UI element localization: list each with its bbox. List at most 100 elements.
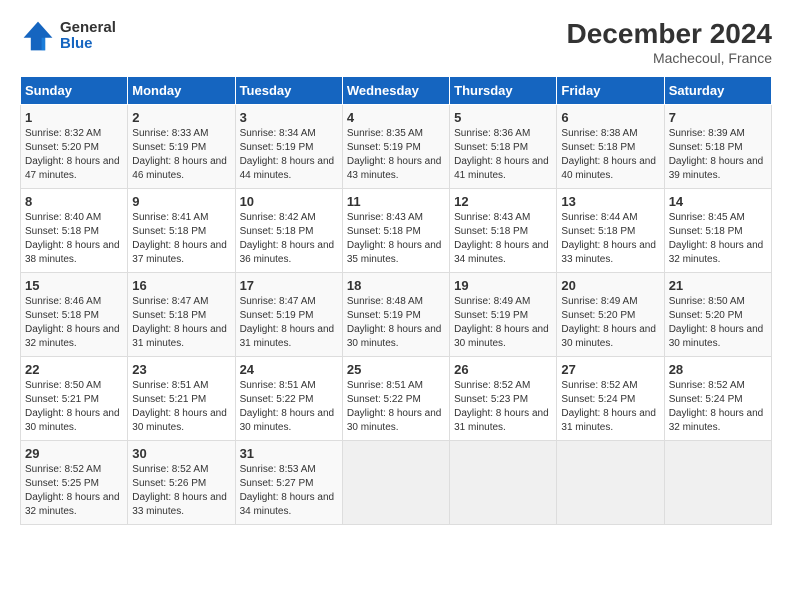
day-number: 3	[240, 110, 338, 125]
day-number: 28	[669, 362, 767, 377]
day-info: Sunrise: 8:50 AMSunset: 5:21 PMDaylight:…	[25, 379, 123, 435]
day-number: 16	[132, 278, 230, 293]
day-number: 18	[347, 278, 445, 293]
calendar-day-cell: 21 Sunrise: 8:50 AMSunset: 5:20 PMDaylig…	[664, 273, 771, 357]
day-info: Sunrise: 8:41 AMSunset: 5:18 PMDaylight:…	[132, 211, 230, 267]
calendar-day-cell: 3 Sunrise: 8:34 AMSunset: 5:19 PMDayligh…	[235, 105, 342, 189]
calendar-day-cell: 15 Sunrise: 8:46 AMSunset: 5:18 PMDaylig…	[21, 273, 128, 357]
calendar-day-cell: 19 Sunrise: 8:49 AMSunset: 5:19 PMDaylig…	[450, 273, 557, 357]
logo-blue-text: Blue	[60, 36, 116, 53]
day-info: Sunrise: 8:35 AMSunset: 5:19 PMDaylight:…	[347, 127, 445, 183]
calendar-day-cell: 9 Sunrise: 8:41 AMSunset: 5:18 PMDayligh…	[128, 189, 235, 273]
calendar-day-cell: 30 Sunrise: 8:52 AMSunset: 5:26 PMDaylig…	[128, 441, 235, 525]
day-number: 19	[454, 278, 552, 293]
logo-icon	[20, 18, 56, 54]
col-monday: Monday	[128, 77, 235, 105]
calendar-day-cell: 26 Sunrise: 8:52 AMSunset: 5:23 PMDaylig…	[450, 357, 557, 441]
day-number: 20	[561, 278, 659, 293]
calendar-day-cell: 13 Sunrise: 8:44 AMSunset: 5:18 PMDaylig…	[557, 189, 664, 273]
calendar-day-cell: 31 Sunrise: 8:53 AMSunset: 5:27 PMDaylig…	[235, 441, 342, 525]
calendar-day-cell: 27 Sunrise: 8:52 AMSunset: 5:24 PMDaylig…	[557, 357, 664, 441]
day-info: Sunrise: 8:51 AMSunset: 5:21 PMDaylight:…	[132, 379, 230, 435]
day-number: 26	[454, 362, 552, 377]
day-number: 29	[25, 446, 123, 461]
col-thursday: Thursday	[450, 77, 557, 105]
header-row: Sunday Monday Tuesday Wednesday Thursday…	[21, 77, 772, 105]
day-number: 6	[561, 110, 659, 125]
calendar-day-cell	[450, 441, 557, 525]
day-number: 21	[669, 278, 767, 293]
day-info: Sunrise: 8:47 AMSunset: 5:19 PMDaylight:…	[240, 295, 338, 351]
day-number: 2	[132, 110, 230, 125]
day-info: Sunrise: 8:43 AMSunset: 5:18 PMDaylight:…	[454, 211, 552, 267]
day-info: Sunrise: 8:51 AMSunset: 5:22 PMDaylight:…	[240, 379, 338, 435]
day-info: Sunrise: 8:49 AMSunset: 5:20 PMDaylight:…	[561, 295, 659, 351]
calendar-day-cell: 5 Sunrise: 8:36 AMSunset: 5:18 PMDayligh…	[450, 105, 557, 189]
day-info: Sunrise: 8:48 AMSunset: 5:19 PMDaylight:…	[347, 295, 445, 351]
calendar-day-cell: 24 Sunrise: 8:51 AMSunset: 5:22 PMDaylig…	[235, 357, 342, 441]
day-number: 9	[132, 194, 230, 209]
page-header: General Blue December 2024 Machecoul, Fr…	[20, 18, 772, 66]
calendar-week-row: 1 Sunrise: 8:32 AMSunset: 5:20 PMDayligh…	[21, 105, 772, 189]
day-number: 8	[25, 194, 123, 209]
month-title: December 2024	[567, 18, 772, 50]
calendar-day-cell: 29 Sunrise: 8:52 AMSunset: 5:25 PMDaylig…	[21, 441, 128, 525]
calendar-week-row: 15 Sunrise: 8:46 AMSunset: 5:18 PMDaylig…	[21, 273, 772, 357]
calendar-week-row: 22 Sunrise: 8:50 AMSunset: 5:21 PMDaylig…	[21, 357, 772, 441]
day-number: 14	[669, 194, 767, 209]
calendar-day-cell: 12 Sunrise: 8:43 AMSunset: 5:18 PMDaylig…	[450, 189, 557, 273]
day-number: 23	[132, 362, 230, 377]
calendar-day-cell: 17 Sunrise: 8:47 AMSunset: 5:19 PMDaylig…	[235, 273, 342, 357]
calendar-day-cell	[557, 441, 664, 525]
day-number: 30	[132, 446, 230, 461]
day-info: Sunrise: 8:34 AMSunset: 5:19 PMDaylight:…	[240, 127, 338, 183]
day-info: Sunrise: 8:40 AMSunset: 5:18 PMDaylight:…	[25, 211, 123, 267]
day-number: 1	[25, 110, 123, 125]
day-number: 5	[454, 110, 552, 125]
calendar-day-cell: 6 Sunrise: 8:38 AMSunset: 5:18 PMDayligh…	[557, 105, 664, 189]
day-number: 15	[25, 278, 123, 293]
col-saturday: Saturday	[664, 77, 771, 105]
calendar-day-cell: 4 Sunrise: 8:35 AMSunset: 5:19 PMDayligh…	[342, 105, 449, 189]
day-number: 31	[240, 446, 338, 461]
calendar-day-cell: 2 Sunrise: 8:33 AMSunset: 5:19 PMDayligh…	[128, 105, 235, 189]
day-info: Sunrise: 8:46 AMSunset: 5:18 PMDaylight:…	[25, 295, 123, 351]
calendar-day-cell: 16 Sunrise: 8:47 AMSunset: 5:18 PMDaylig…	[128, 273, 235, 357]
logo-text: General Blue	[60, 20, 116, 53]
day-info: Sunrise: 8:50 AMSunset: 5:20 PMDaylight:…	[669, 295, 767, 351]
col-tuesday: Tuesday	[235, 77, 342, 105]
day-info: Sunrise: 8:36 AMSunset: 5:18 PMDaylight:…	[454, 127, 552, 183]
page-container: General Blue December 2024 Machecoul, Fr…	[0, 0, 792, 539]
day-info: Sunrise: 8:45 AMSunset: 5:18 PMDaylight:…	[669, 211, 767, 267]
day-info: Sunrise: 8:42 AMSunset: 5:18 PMDaylight:…	[240, 211, 338, 267]
calendar-table: Sunday Monday Tuesday Wednesday Thursday…	[20, 76, 772, 525]
calendar-day-cell: 8 Sunrise: 8:40 AMSunset: 5:18 PMDayligh…	[21, 189, 128, 273]
calendar-day-cell: 23 Sunrise: 8:51 AMSunset: 5:21 PMDaylig…	[128, 357, 235, 441]
day-number: 7	[669, 110, 767, 125]
col-sunday: Sunday	[21, 77, 128, 105]
col-wednesday: Wednesday	[342, 77, 449, 105]
calendar-day-cell: 22 Sunrise: 8:50 AMSunset: 5:21 PMDaylig…	[21, 357, 128, 441]
logo-general-text: General	[60, 20, 116, 37]
day-number: 17	[240, 278, 338, 293]
day-info: Sunrise: 8:38 AMSunset: 5:18 PMDaylight:…	[561, 127, 659, 183]
day-info: Sunrise: 8:51 AMSunset: 5:22 PMDaylight:…	[347, 379, 445, 435]
day-info: Sunrise: 8:52 AMSunset: 5:24 PMDaylight:…	[561, 379, 659, 435]
day-number: 25	[347, 362, 445, 377]
day-info: Sunrise: 8:52 AMSunset: 5:23 PMDaylight:…	[454, 379, 552, 435]
calendar-day-cell: 10 Sunrise: 8:42 AMSunset: 5:18 PMDaylig…	[235, 189, 342, 273]
day-info: Sunrise: 8:39 AMSunset: 5:18 PMDaylight:…	[669, 127, 767, 183]
calendar-day-cell: 25 Sunrise: 8:51 AMSunset: 5:22 PMDaylig…	[342, 357, 449, 441]
day-number: 27	[561, 362, 659, 377]
day-number: 4	[347, 110, 445, 125]
col-friday: Friday	[557, 77, 664, 105]
day-info: Sunrise: 8:52 AMSunset: 5:25 PMDaylight:…	[25, 463, 123, 519]
day-number: 22	[25, 362, 123, 377]
calendar-day-cell: 11 Sunrise: 8:43 AMSunset: 5:18 PMDaylig…	[342, 189, 449, 273]
day-number: 11	[347, 194, 445, 209]
day-info: Sunrise: 8:33 AMSunset: 5:19 PMDaylight:…	[132, 127, 230, 183]
day-number: 10	[240, 194, 338, 209]
calendar-day-cell: 28 Sunrise: 8:52 AMSunset: 5:24 PMDaylig…	[664, 357, 771, 441]
day-info: Sunrise: 8:52 AMSunset: 5:24 PMDaylight:…	[669, 379, 767, 435]
calendar-week-row: 8 Sunrise: 8:40 AMSunset: 5:18 PMDayligh…	[21, 189, 772, 273]
